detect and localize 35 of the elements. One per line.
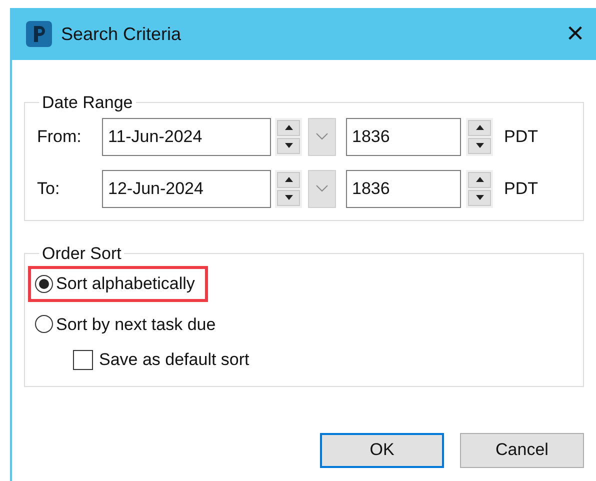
up-arrow-icon: [476, 177, 484, 182]
time-field[interactable]: 1836: [346, 170, 461, 208]
down-arrow-icon: [476, 143, 484, 148]
field-label: From:: [37, 126, 82, 148]
up-arrow-icon: [284, 125, 292, 130]
spin-buttons[interactable]: [466, 118, 493, 156]
checkbox-option[interactable]: Save as default sort: [73, 347, 583, 372]
radio-button[interactable]: [35, 274, 53, 293]
date-field[interactable]: 11-Jun-2024: [102, 118, 271, 156]
timezone-label: PDT: [504, 126, 538, 148]
spin-buttons[interactable]: [275, 170, 302, 208]
app-logo-icon: [26, 21, 52, 47]
spin-buttons[interactable]: [275, 118, 302, 156]
time-field[interactable]: 1836: [346, 118, 461, 156]
chevron-down-icon: [316, 185, 328, 192]
checkbox[interactable]: [73, 350, 93, 370]
group-legend: Date Range: [39, 90, 136, 116]
radio-option[interactable]: Sort by next task due: [28, 306, 221, 342]
radio-option[interactable]: Sort alphabetically: [28, 266, 208, 302]
window-title: Search Criteria: [61, 22, 182, 46]
up-arrow-icon: [284, 177, 292, 182]
down-arrow-icon: [284, 195, 292, 200]
radio-button[interactable]: [35, 315, 53, 334]
field-label: To:: [37, 178, 61, 200]
up-arrow-icon: [476, 125, 484, 130]
dialog-button[interactable]: Cancel: [460, 432, 584, 468]
dialog-button[interactable]: OK: [320, 432, 444, 468]
down-arrow-icon: [284, 143, 292, 148]
date-field[interactable]: 12-Jun-2024: [102, 170, 271, 208]
down-arrow-icon: [476, 195, 484, 200]
close-button[interactable]: ×: [562, 19, 588, 49]
timezone-label: PDT: [504, 178, 538, 200]
spin-buttons[interactable]: [466, 170, 493, 208]
chevron-down-icon: [316, 133, 328, 140]
group-legend: Order Sort: [39, 240, 124, 266]
